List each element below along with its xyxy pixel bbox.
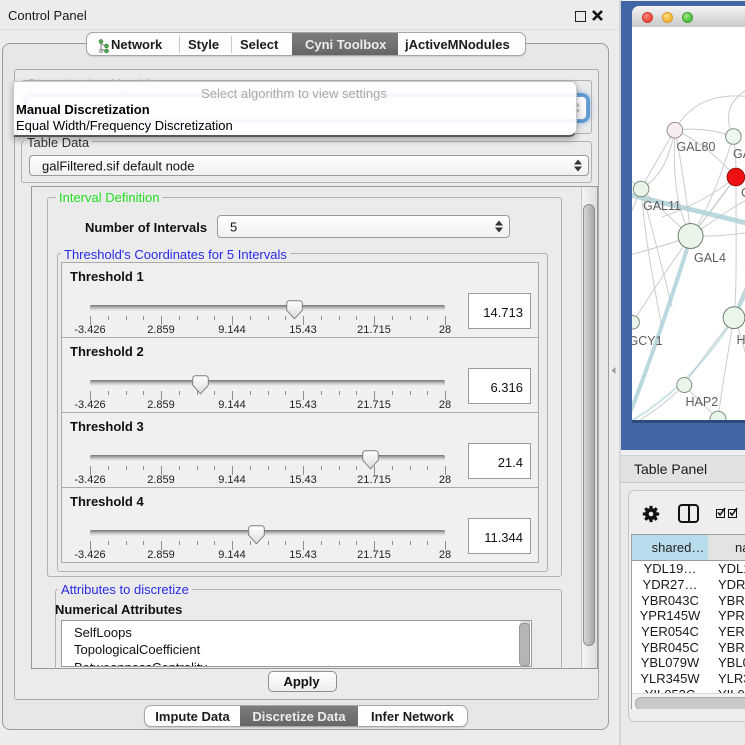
svg-text:GCY1: GCY1 [632,334,663,348]
svg-text:HAP2: HAP2 [686,395,719,409]
svg-text:GAL4: GAL4 [694,251,726,265]
svg-text:GA: GA [733,147,745,161]
svg-text:GAL11: GAL11 [643,199,681,213]
svg-text:H: H [737,333,745,347]
svg-text:GAL80: GAL80 [677,140,716,154]
svg-text:C: C [741,186,745,200]
